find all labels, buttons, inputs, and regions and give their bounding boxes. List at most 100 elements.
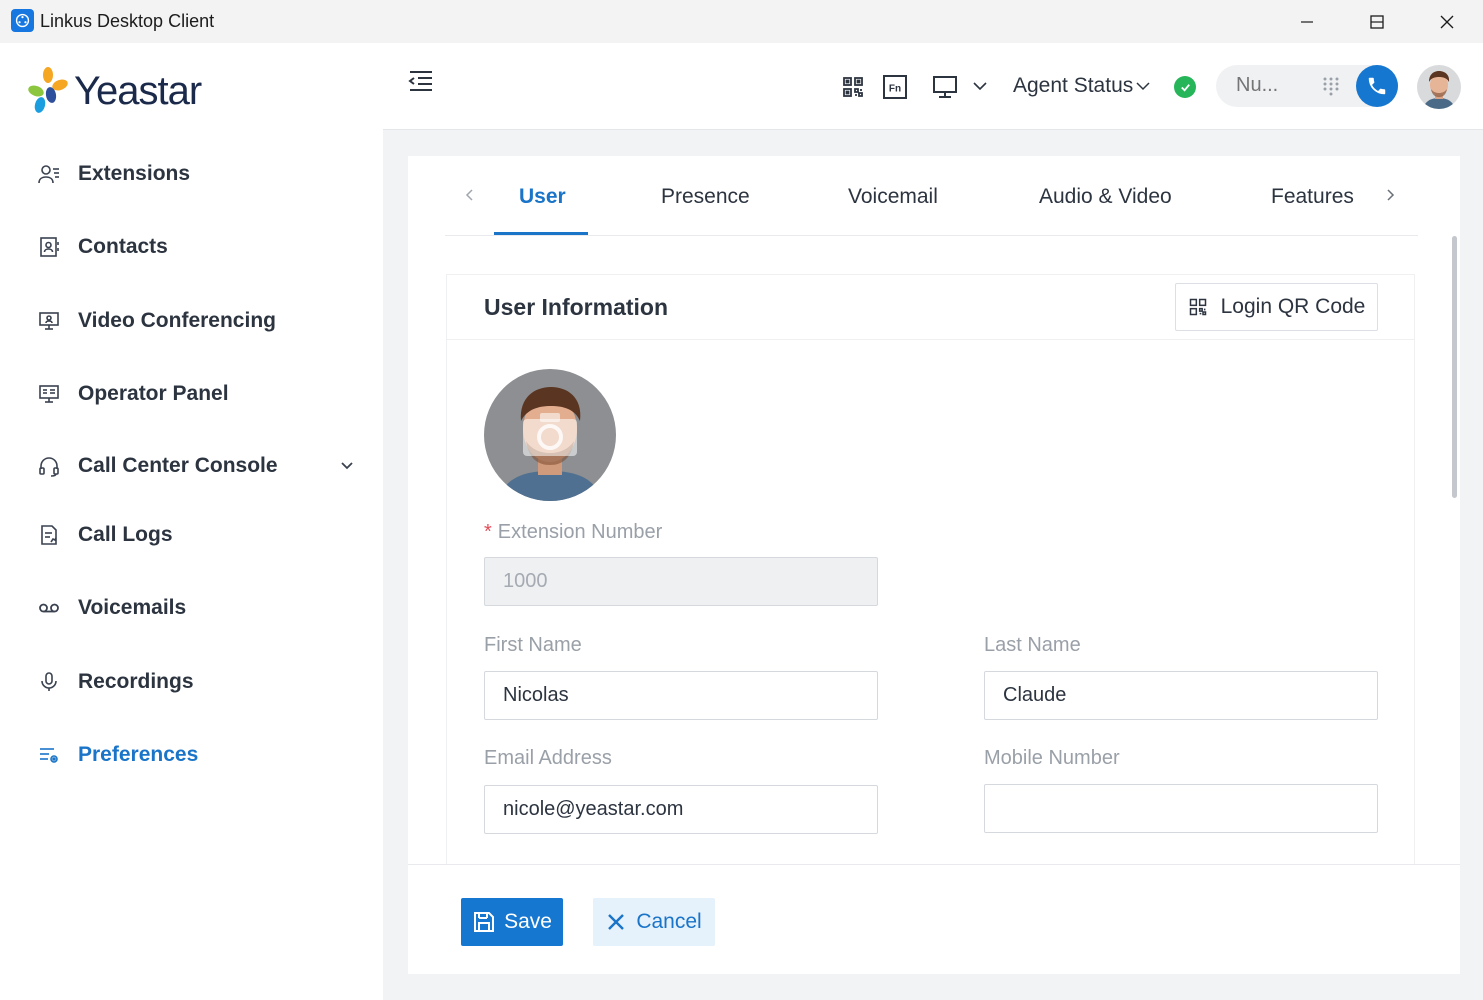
operator-panel-icon (36, 381, 62, 407)
tab-features[interactable]: Features (1271, 185, 1354, 209)
sidebar: Yeastar Extensions Contacts Video Confer… (0, 43, 383, 1000)
sidebar-item-voicemails[interactable]: Voicemails (36, 588, 366, 628)
collapse-menu-icon (408, 71, 432, 91)
active-tab-indicator (494, 232, 588, 235)
collapse-sidebar-button[interactable] (405, 65, 437, 97)
extensions-icon (36, 161, 62, 187)
sidebar-item-extensions[interactable]: Extensions (36, 154, 366, 194)
login-qr-code-label: Login QR Code (1220, 295, 1366, 318)
preferences-card: User Presence Voicemail Audio & Video Fe… (408, 156, 1460, 974)
sidebar-item-video-conferencing[interactable]: Video Conferencing (36, 301, 366, 341)
save-label: Save (504, 910, 552, 933)
profile-photo-upload[interactable] (484, 369, 616, 501)
last-name-label: Last Name (984, 634, 1081, 656)
sidebar-item-contacts[interactable]: Contacts (36, 227, 366, 267)
chevron-right-icon[interactable] (1382, 187, 1398, 203)
dialpad-icon[interactable] (1321, 76, 1341, 96)
sidebar-item-label: Video Conferencing (78, 309, 276, 332)
monitor-icon (933, 76, 957, 98)
chevron-down-icon (973, 82, 987, 91)
tab-voicemail[interactable]: Voicemail (848, 185, 938, 209)
email-field[interactable] (484, 785, 878, 834)
sidebar-item-recordings[interactable]: Recordings (36, 662, 366, 702)
preferences-icon (36, 742, 62, 768)
logo-text: Yeastar (74, 68, 202, 113)
first-name-label: First Name (484, 634, 582, 656)
title-bar: Linkus Desktop Client (0, 0, 1483, 43)
section-title: User Information (484, 294, 669, 320)
maximize-icon (1370, 14, 1384, 29)
qr-code-button[interactable] (839, 73, 867, 101)
sidebar-item-label: Contacts (78, 235, 168, 258)
yeastar-logo-icon (28, 67, 68, 113)
minimize-button[interactable] (1272, 0, 1342, 43)
required-asterisk: * (484, 521, 492, 543)
sidebar-item-call-center-console[interactable]: Call Center Console (36, 446, 366, 486)
login-qr-code-button[interactable]: Login QR Code (1175, 283, 1378, 331)
checkmark-icon (1180, 83, 1190, 92)
agent-status-dropdown[interactable]: Agent Status (1013, 74, 1151, 98)
qr-code-icon (1189, 298, 1206, 316)
video-conferencing-icon (36, 308, 62, 334)
sidebar-item-operator-panel[interactable]: Operator Panel (36, 374, 366, 414)
sidebar-item-label: Call Center Console (78, 454, 278, 477)
first-name-field[interactable] (484, 671, 878, 720)
call-button[interactable] (1356, 65, 1398, 107)
last-name-field[interactable] (984, 671, 1378, 720)
close-window-button[interactable] (1412, 0, 1482, 43)
chevron-down-icon[interactable] (338, 456, 356, 474)
camera-icon (523, 413, 577, 456)
tab-presence[interactable]: Presence (661, 185, 750, 209)
window-title: Linkus Desktop Client (40, 11, 215, 31)
save-button[interactable]: Save (461, 898, 563, 946)
contacts-icon (36, 234, 62, 260)
tab-user[interactable]: User (519, 185, 566, 209)
headset-icon (36, 453, 62, 479)
function-keys-button[interactable]: Fn (881, 73, 909, 101)
svg-text:Fn: Fn (889, 84, 901, 95)
user-settings-scroll-area: User Information Login QR Code * Extensi… (408, 236, 1460, 864)
sidebar-item-label: Recordings (78, 670, 194, 693)
cancel-button[interactable]: Cancel (593, 898, 715, 946)
sidebar-item-label: Operator Panel (78, 382, 229, 405)
content-scrollbar[interactable] (1449, 236, 1459, 856)
form-footer: Save Cancel (408, 864, 1460, 974)
close-icon (608, 914, 625, 930)
mobile-number-label: Mobile Number (984, 747, 1120, 769)
device-dropdown-button[interactable] (971, 77, 989, 95)
voicemail-icon (36, 595, 62, 621)
extension-number-field (484, 557, 878, 606)
user-information-section: User Information Login QR Code * Extensi… (446, 274, 1415, 864)
extension-number-label: * Extension Number (484, 521, 663, 543)
cancel-label: Cancel (636, 910, 702, 933)
tab-bar: User Presence Voicemail Audio & Video Fe… (445, 156, 1418, 236)
avatar[interactable] (1417, 65, 1461, 109)
section-header: User Information Login QR Code (447, 275, 1414, 340)
sidebar-item-label: Preferences (78, 743, 199, 766)
microphone-icon (36, 669, 62, 695)
call-logs-icon (36, 522, 62, 548)
mobile-number-field[interactable] (984, 784, 1378, 833)
dial-number-input[interactable] (1236, 74, 1306, 97)
yeastar-logo: Yeastar (26, 63, 202, 119)
desk-phone-button[interactable] (931, 73, 959, 101)
scrollbar-thumb[interactable] (1452, 236, 1457, 498)
sidebar-item-label: Extensions (78, 162, 191, 185)
presence-status-indicator[interactable] (1174, 76, 1196, 98)
app-icon (11, 9, 34, 32)
maximize-button[interactable] (1342, 0, 1412, 43)
top-header: Fn Agent Status (383, 43, 1483, 130)
save-icon (474, 912, 495, 932)
sidebar-item-label: Voicemails (78, 596, 187, 619)
qr-code-icon (843, 77, 863, 97)
sidebar-item-label: Call Logs (78, 523, 173, 546)
tab-audio-video[interactable]: Audio & Video (1039, 185, 1172, 209)
close-icon (1440, 15, 1454, 28)
user-avatar-image (1417, 65, 1461, 109)
sidebar-item-call-logs[interactable]: Call Logs (36, 515, 366, 555)
fn-key-icon: Fn (883, 75, 907, 99)
agent-status-label: Agent Status (1013, 74, 1134, 97)
phone-icon (1368, 77, 1386, 95)
chevron-left-icon[interactable] (462, 187, 478, 203)
sidebar-item-preferences[interactable]: Preferences (36, 735, 366, 775)
